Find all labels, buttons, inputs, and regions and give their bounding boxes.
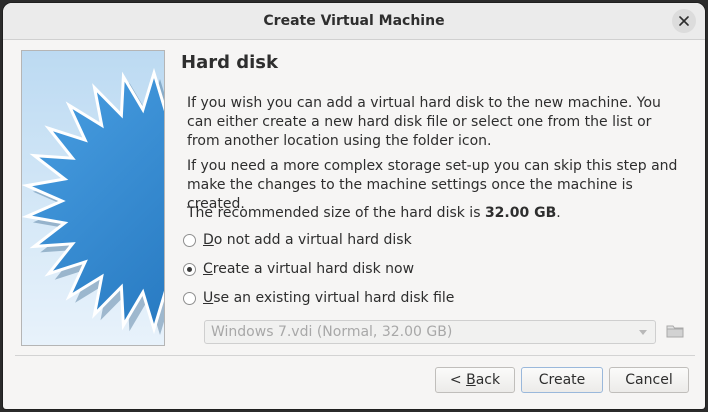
page-heading: Hard disk bbox=[181, 52, 278, 73]
close-icon bbox=[679, 16, 689, 26]
create-vm-dialog: Create Virtual Machine Hard disk If you … bbox=[3, 3, 705, 409]
mnemonic-b: B bbox=[466, 372, 476, 388]
create-button[interactable]: Create bbox=[521, 367, 603, 393]
existing-disk-select[interactable]: Windows 7.vdi (Normal, 32.00 GB) bbox=[204, 320, 656, 344]
cancel-button[interactable]: Cancel bbox=[609, 367, 689, 393]
wizard-sidebar-image bbox=[21, 50, 165, 346]
option-no-disk-label: Do not add a virtual hard disk bbox=[203, 232, 412, 248]
mnemonic-u: U bbox=[203, 290, 214, 306]
mnemonic-c: C bbox=[203, 261, 213, 277]
chevron-down-icon bbox=[639, 330, 647, 335]
window-title: Create Virtual Machine bbox=[263, 13, 445, 29]
option-existing-disk-text: se an existing virtual hard disk file bbox=[213, 290, 455, 306]
back-prefix: < bbox=[449, 372, 467, 388]
recommended-size-value: 32.00 GB bbox=[484, 205, 557, 221]
option-existing-disk-label: Use an existing virtual hard disk file bbox=[203, 290, 454, 306]
footer-separator bbox=[15, 355, 695, 356]
back-button[interactable]: < Back bbox=[435, 367, 515, 393]
option-no-disk-text: o not add a virtual hard disk bbox=[213, 232, 412, 248]
intro-paragraph: If you wish you can add a virtual hard d… bbox=[187, 95, 661, 149]
mnemonic-d: D bbox=[203, 232, 214, 248]
existing-disk-select-value: Windows 7.vdi (Normal, 32.00 GB) bbox=[211, 324, 453, 340]
option-create-disk[interactable]: Create a virtual hard disk now bbox=[183, 259, 414, 279]
choose-disk-file-button[interactable] bbox=[665, 321, 685, 341]
title-bar: Create Virtual Machine bbox=[3, 3, 705, 40]
recommended-prefix: The recommended size of the hard disk is bbox=[187, 205, 485, 221]
radio-existing-disk[interactable] bbox=[183, 291, 196, 305]
folder-icon bbox=[666, 325, 684, 338]
option-create-disk-text: reate a virtual hard disk now bbox=[212, 261, 415, 277]
radio-create-disk[interactable] bbox=[183, 262, 196, 276]
close-button[interactable] bbox=[672, 9, 696, 33]
option-existing-disk[interactable]: Use an existing virtual hard disk file bbox=[183, 288, 454, 308]
starburst-graphic bbox=[22, 67, 164, 335]
recommended-suffix: . bbox=[556, 205, 561, 221]
radio-no-disk[interactable] bbox=[183, 233, 196, 247]
option-no-disk[interactable]: Do not add a virtual hard disk bbox=[183, 230, 412, 250]
recommended-size-text: The recommended size of the hard disk is… bbox=[187, 204, 687, 223]
option-create-disk-label: Create a virtual hard disk now bbox=[203, 261, 414, 277]
back-rest: ack bbox=[475, 372, 501, 388]
